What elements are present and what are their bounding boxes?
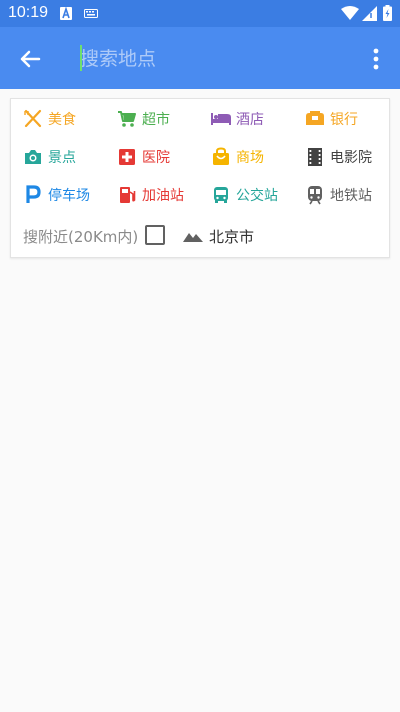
category-label: 超市 xyxy=(142,112,170,128)
camera-icon xyxy=(25,150,41,164)
category-hospital[interactable]: 医院 xyxy=(117,145,170,169)
status-time: 10:19 xyxy=(8,4,49,21)
search-input[interactable] xyxy=(80,46,350,72)
shopping-bag-icon xyxy=(213,147,229,165)
nearby-label: 搜附近(20Km内) xyxy=(23,227,139,246)
category-card: 美食 超市 酒店 银行 景点 医院 商场 电影院 停车场 加油站 公交站 地铁站… xyxy=(10,98,390,258)
category-label: 停车场 xyxy=(48,188,90,204)
category-label: 商场 xyxy=(236,150,264,166)
hospital-icon xyxy=(119,149,135,165)
keyboard-icon xyxy=(84,9,98,18)
category-label: 地铁站 xyxy=(330,188,372,204)
category-scenic[interactable]: 景点 xyxy=(23,145,76,169)
city-selector[interactable]: 北京市 xyxy=(183,224,254,248)
wifi-icon xyxy=(341,6,359,20)
nearby-search: 搜附近(20Km内) xyxy=(23,224,138,248)
bank-icon xyxy=(306,111,324,125)
status-bar: 10:19 xyxy=(0,0,400,27)
restaurant-icon xyxy=(24,109,42,128)
category-mall[interactable]: 商场 xyxy=(211,145,264,169)
text-cursor xyxy=(80,45,82,71)
hotel-icon xyxy=(211,113,231,125)
parking-icon xyxy=(26,185,41,203)
category-bus-stop[interactable]: 公交站 xyxy=(211,183,278,207)
category-label: 加油站 xyxy=(142,188,184,204)
city-label: 北京市 xyxy=(209,227,255,246)
toolbar xyxy=(0,27,400,89)
cart-icon xyxy=(118,111,136,127)
category-supermarket[interactable]: 超市 xyxy=(117,107,170,131)
category-label: 景点 xyxy=(48,150,76,166)
category-food[interactable]: 美食 xyxy=(23,107,76,131)
battery-icon xyxy=(383,5,392,21)
category-cinema[interactable]: 电影院 xyxy=(305,145,372,169)
gas-station-icon xyxy=(120,187,136,203)
category-label: 公交站 xyxy=(236,188,278,204)
category-label: 医院 xyxy=(142,150,170,166)
arrow-back-icon[interactable] xyxy=(14,43,46,75)
category-bank[interactable]: 银行 xyxy=(305,107,358,131)
category-label: 银行 xyxy=(330,112,358,128)
category-label: 酒店 xyxy=(236,112,264,128)
bus-icon xyxy=(214,187,228,203)
category-parking[interactable]: 停车场 xyxy=(23,183,90,207)
category-label: 电影院 xyxy=(330,150,372,166)
font-icon xyxy=(60,7,72,20)
category-subway[interactable]: 地铁站 xyxy=(305,183,372,207)
nearby-checkbox[interactable] xyxy=(145,225,165,245)
subway-icon xyxy=(308,186,322,205)
category-hotel[interactable]: 酒店 xyxy=(211,107,264,131)
film-icon xyxy=(308,148,322,166)
category-label: 美食 xyxy=(48,112,76,128)
category-gas-station[interactable]: 加油站 xyxy=(117,183,184,207)
signal-icon xyxy=(362,6,377,21)
more-vert-icon[interactable] xyxy=(362,43,390,75)
terrain-icon xyxy=(183,233,203,242)
